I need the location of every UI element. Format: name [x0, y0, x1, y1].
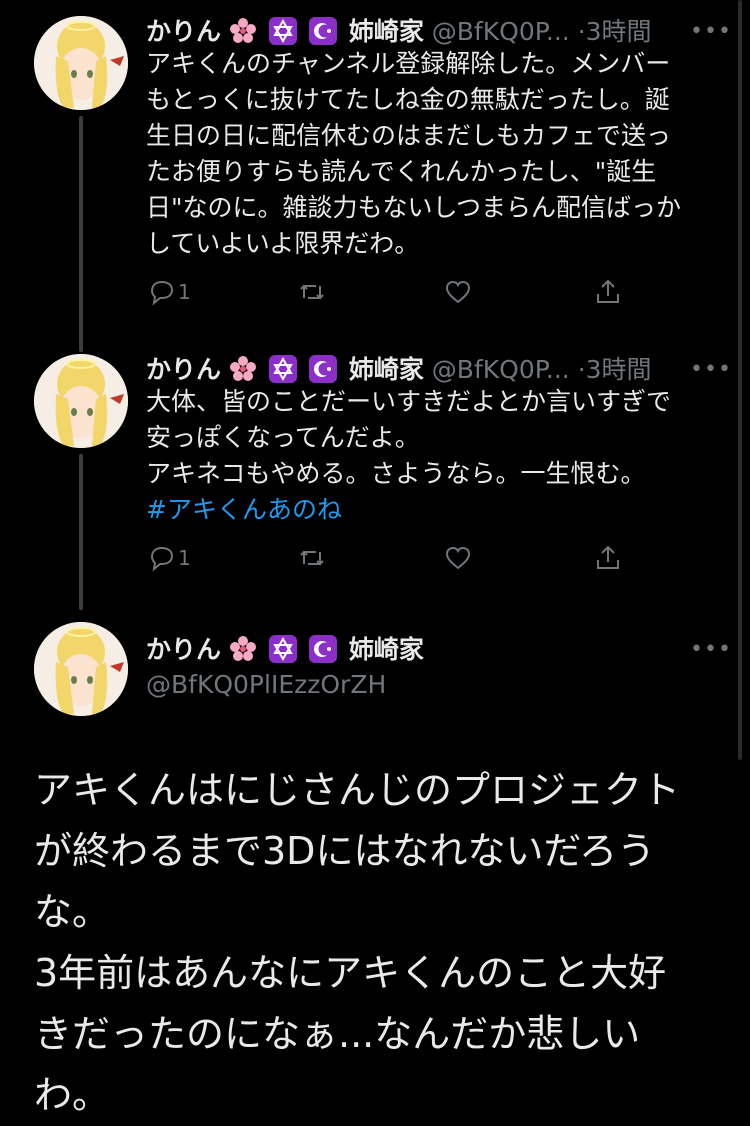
tweet-2[interactable]: かりん 姉崎家 @BfKQ0P... ·3時間 ••• 大体、皆のことだーいすき… — [0, 350, 750, 610]
text-line: 日"なのに。雑談力もないしつまらん配信ばっか — [146, 193, 682, 222]
text-line: たお便りすらも読んでくれんかったし、"誕生 — [146, 157, 657, 186]
retweet-icon — [300, 550, 324, 566]
text-line: わ。 — [34, 1073, 111, 1117]
cherry-blossom-icon — [229, 355, 257, 383]
cherry-blossom-icon — [229, 17, 257, 45]
share-button[interactable] — [592, 538, 624, 578]
star-crescent-icon — [308, 635, 337, 663]
like-icon — [445, 280, 471, 304]
text-line: な。 — [34, 890, 111, 934]
text-line: 大体、皆のことだーいすきだよとか言いすぎで — [146, 387, 672, 416]
like-button[interactable] — [442, 272, 474, 312]
star-crescent-icon — [308, 355, 337, 383]
reply-button[interactable]: 1 — [146, 272, 191, 312]
retweet-button[interactable] — [296, 538, 328, 578]
tweet-1[interactable]: かりん 姉崎家 @BfKQ0P... ·3時間 ••• アキくんのチャンネル登録… — [0, 12, 750, 352]
main-tweet-text: アキくんはにじさんじのプロジェクト が終わるまで3Dにはなれないだろう な。 3… — [34, 760, 724, 1126]
org-name: 姉崎家 — [348, 355, 424, 384]
reply-count: 1 — [178, 280, 191, 304]
display-name[interactable]: かりん — [146, 635, 221, 664]
thread-line — [79, 454, 83, 610]
avatar[interactable] — [34, 354, 128, 448]
avatar[interactable] — [34, 16, 128, 110]
reply-icon — [150, 280, 174, 306]
handle[interactable]: @BfKQ0P... — [432, 17, 570, 46]
hashtag-link[interactable]: #アキくんあのね — [146, 492, 706, 528]
tweet-text: アキくんのチャンネル登録解除した。メンバー もとっくに抜けてたしね金の無駄だった… — [146, 46, 706, 262]
text-line: アキネコもやめる。さようなら。一生恨む。 — [146, 459, 646, 488]
text-line: アキくんはにじさんじのプロジェクト — [34, 768, 681, 812]
star-of-david-icon — [268, 635, 297, 663]
like-button[interactable] — [442, 538, 474, 578]
handle[interactable]: @BfKQ0P... — [432, 355, 570, 384]
display-name[interactable]: かりん — [146, 355, 221, 384]
text-line: 3年前はあんなにアキくんのこと大好 — [34, 951, 667, 995]
org-name: 姉崎家 — [348, 17, 424, 46]
text-line: アキくんのチャンネル登録解除した。メンバー — [146, 49, 671, 78]
tweet-actions: 1 — [146, 272, 666, 312]
avatar-image — [34, 16, 128, 110]
reply-count: 1 — [178, 546, 191, 570]
cherry-blossom-icon — [229, 635, 257, 663]
retweet-icon — [300, 284, 324, 300]
text-line: きだったのになぁ...なんだか悲しい — [34, 1012, 641, 1056]
tweet-actions: 1 — [146, 538, 666, 578]
avatar[interactable] — [34, 622, 128, 716]
share-icon — [597, 545, 619, 569]
star-of-david-icon — [268, 355, 297, 383]
separator-dot: · — [577, 355, 586, 384]
star-crescent-icon — [308, 17, 337, 45]
display-name[interactable]: かりん — [146, 17, 221, 46]
thread-line — [79, 116, 83, 352]
timestamp[interactable]: 3時間 — [586, 355, 652, 384]
reply-button[interactable]: 1 — [146, 538, 191, 578]
reply-icon — [150, 546, 174, 572]
share-icon — [597, 279, 619, 303]
avatar-image — [34, 622, 128, 716]
scrollbar[interactable] — [738, 0, 742, 760]
tweet-text: 大体、皆のことだーいすきだよとか言いすぎで 安っぽくなってんだよ。 アキネコもや… — [146, 384, 706, 528]
handle[interactable]: @BfKQ0PlIEzzOrZH — [146, 670, 386, 699]
text-line: していよいよ限界だわ。 — [146, 229, 420, 258]
share-button[interactable] — [592, 272, 624, 312]
like-icon — [445, 546, 471, 570]
timestamp[interactable]: 3時間 — [586, 17, 652, 46]
retweet-button[interactable] — [296, 272, 328, 312]
more-icon[interactable]: ••• — [690, 630, 731, 670]
tweet-header: かりん 姉崎家 ••• — [146, 630, 731, 670]
separator-dot: · — [577, 17, 586, 46]
text-line: 安っぽくなってんだよ。 — [146, 423, 420, 452]
star-of-david-icon — [268, 17, 297, 45]
text-line: もとっくに抜けてたしね金の無駄だったし。誕 — [146, 85, 670, 114]
org-name: 姉崎家 — [348, 635, 424, 664]
text-line: 生日の日に配信休むのはまだしもカフェで送っ — [146, 121, 672, 150]
avatar-image — [34, 354, 128, 448]
text-line: が終わるまで3Dにはなれないだろう — [34, 829, 656, 873]
